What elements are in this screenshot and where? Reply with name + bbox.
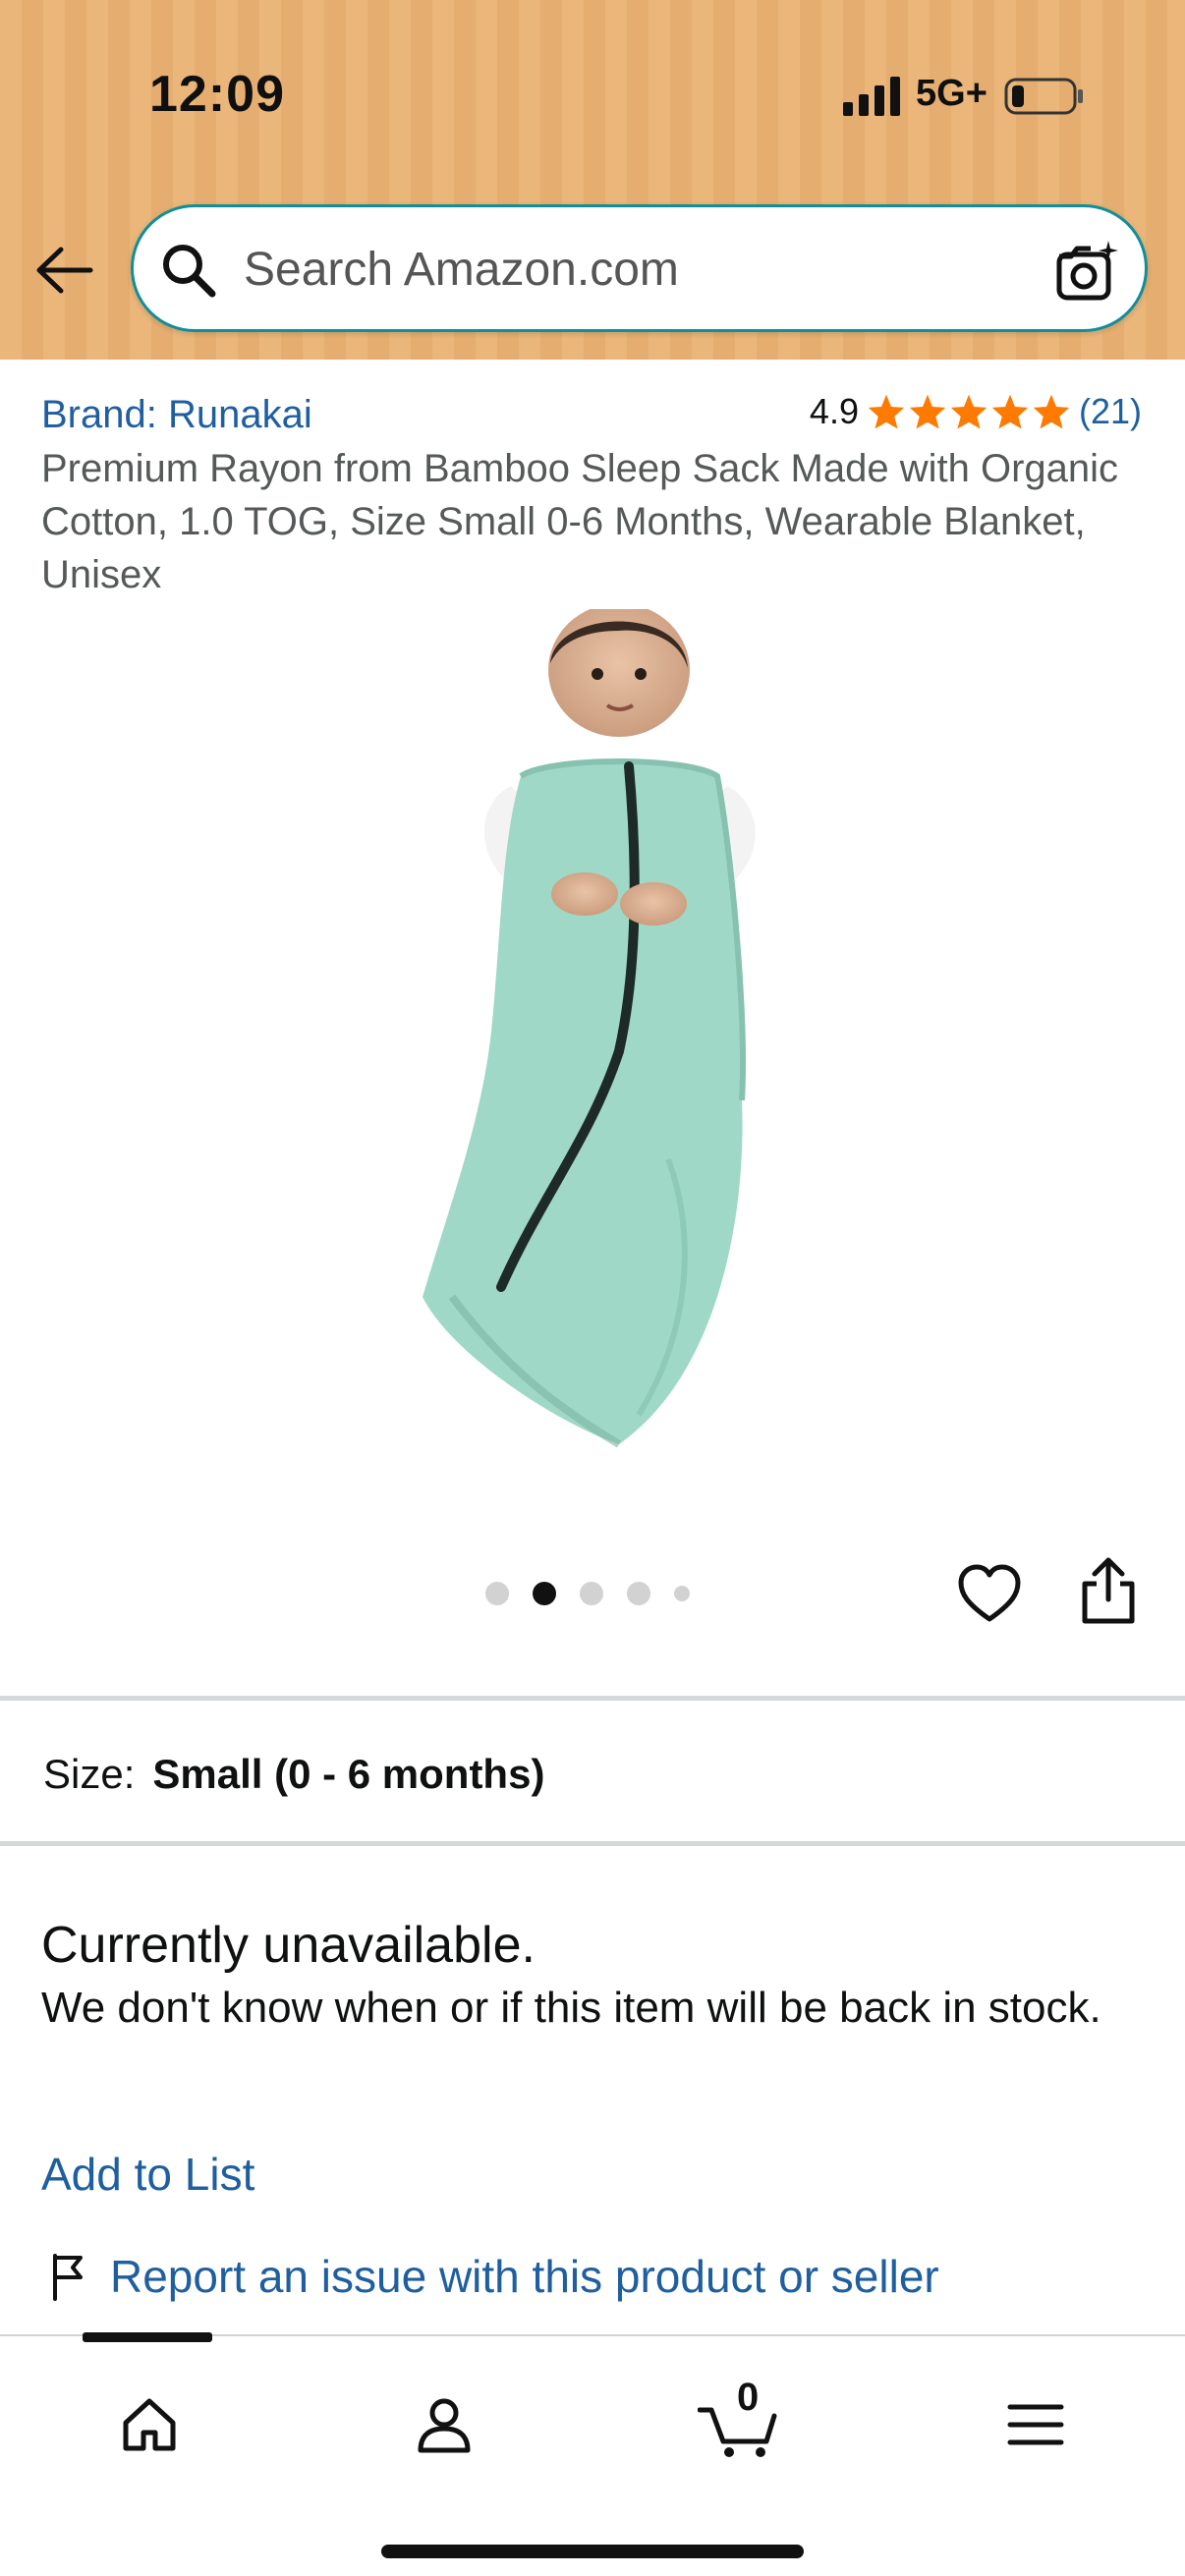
availability-status: Currently unavailable. [41, 1917, 536, 1974]
add-to-list-link[interactable]: Add to List [41, 2148, 254, 2201]
carousel-dot[interactable] [627, 1582, 650, 1605]
rating-value: 4.9 [809, 391, 859, 431]
star-icon [1033, 394, 1070, 429]
bottom-nav: 0 [0, 2332, 1185, 2576]
back-arrow-icon[interactable] [33, 242, 94, 299]
brand-link[interactable]: Brand: Runakai [41, 393, 312, 437]
account-icon [418, 2398, 471, 2453]
search-input[interactable] [244, 233, 1030, 306]
star-icon [868, 394, 905, 429]
flag-icon [53, 2254, 83, 2301]
carousel-dot[interactable] [485, 1582, 509, 1605]
star-icon [950, 394, 988, 429]
menu-icon [1007, 2404, 1064, 2445]
status-time: 12:09 [149, 66, 285, 123]
nav-home[interactable] [100, 2376, 198, 2474]
home-indicator [381, 2545, 804, 2558]
size-value: Small (0 - 6 months) [152, 1751, 545, 1797]
wishlist-heart-icon[interactable] [957, 1564, 1022, 1625]
star-rating [867, 393, 1071, 430]
battery-icon [1004, 78, 1083, 115]
star-icon [909, 394, 946, 429]
divider [0, 1841, 1185, 1846]
search-icon [163, 245, 216, 298]
header: 12:09 5G+ [0, 0, 1185, 360]
carousel-dot[interactable] [674, 1586, 690, 1601]
availability-description: We don't know when or if this item will … [41, 1984, 1101, 2032]
share-icon[interactable] [1079, 1556, 1138, 1625]
rating-count[interactable]: (21) [1079, 391, 1142, 432]
network-label: 5G+ [916, 73, 988, 114]
size-selector[interactable]: Size: Small (0 - 6 months) [43, 1751, 544, 1798]
carousel-dot-active[interactable] [533, 1582, 556, 1605]
report-issue-text: Report an issue with this product or sel… [110, 2251, 939, 2302]
home-icon [123, 2398, 176, 2451]
carousel-dot[interactable] [580, 1582, 603, 1605]
search-bar[interactable] [131, 204, 1148, 332]
report-issue-link[interactable]: Report an issue with this product or sel… [51, 2250, 939, 2303]
nav-menu[interactable] [987, 2376, 1085, 2474]
nav-cart[interactable]: 0 [690, 2376, 788, 2474]
camera-search-icon[interactable] [1051, 237, 1120, 306]
size-label: Size: [43, 1751, 136, 1797]
divider [0, 1696, 1185, 1701]
star-icon [991, 394, 1029, 429]
active-tab-indicator [83, 2332, 212, 2342]
rating[interactable]: 4.9 (21) [810, 391, 1142, 432]
cart-count-badge: 0 [737, 2376, 760, 2419]
signal-icon [843, 77, 900, 116]
product-image[interactable] [393, 609, 806, 1464]
image-carousel-dots[interactable] [485, 1582, 690, 1605]
product-title: Premium Rayon from Bamboo Sleep Sack Mad… [41, 447, 1119, 596]
nav-account[interactable] [395, 2376, 493, 2474]
